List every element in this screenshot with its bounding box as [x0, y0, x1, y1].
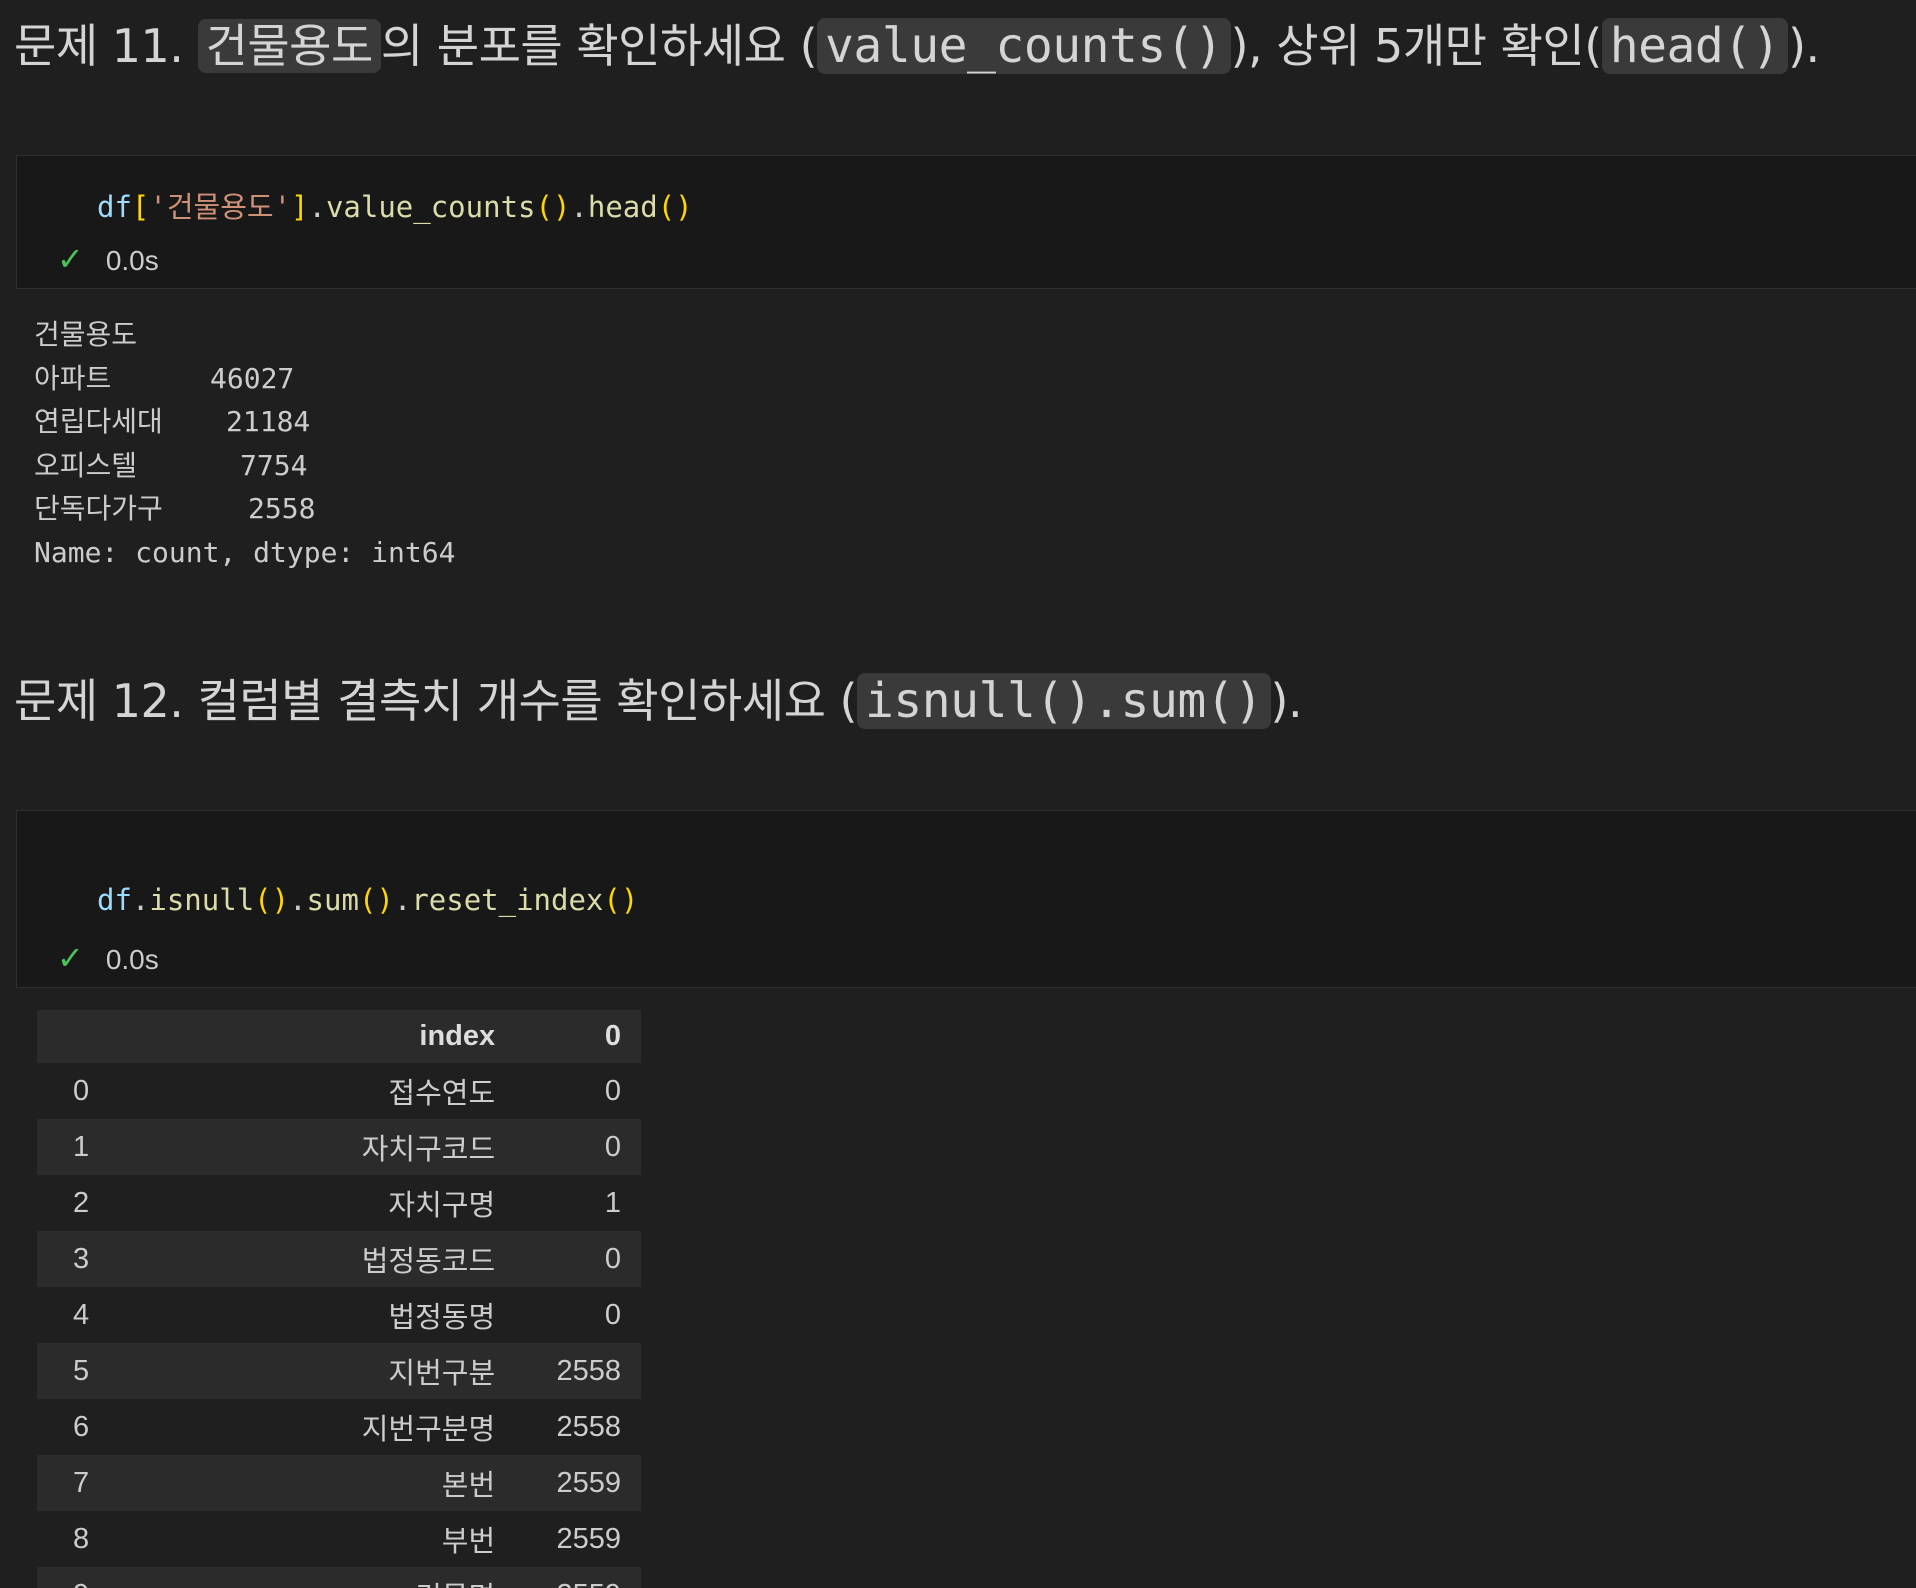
q11-highlight: 건물용도 [197, 19, 381, 73]
q11-middle2: ), 상위 5개만 확인( [1230, 19, 1603, 73]
code-token: () [603, 883, 639, 917]
code-token: isnull [149, 883, 255, 917]
q12-prefix: 문제 12. 컬럼별 결측치 개수를 확인하세요 ( [14, 674, 857, 728]
execution-time: 0.0s [105, 944, 159, 975]
q11-inline-code-value-counts: value_counts() [817, 18, 1231, 74]
table-row: 0 접수연도 0 [73, 1074, 621, 1111]
q12-suffix: ). [1270, 674, 1303, 728]
table-row: 9건물명2559 [37, 1567, 641, 1588]
code-token: . [131, 883, 150, 917]
table-header-column-index: index [158, 1010, 516, 1063]
output-row: 연립다세대 21184 [34, 405, 311, 438]
cell-11-output: 건물용도 아파트 46027 연립다세대 21184 오피스텔 7754 단독다가구 2… [34, 313, 455, 574]
table-row: 2 자치구명 1 [73, 1186, 621, 1223]
execution-status: ✓ 0.0s [57, 939, 159, 977]
q12-inline-code-isnull-sum: isnull().sum() [856, 673, 1271, 729]
code-cell-11[interactable]: df['건물용도'].value_counts().head() ✓ 0.0s [16, 155, 1916, 289]
dataframe-table: index 0 0 접수연도 0 1 자치구코드 0 2 자치구명 1 3 법정동코드 0 4법… [37, 1010, 641, 1588]
output-footer: Name: count, dtype: int64 [34, 535, 456, 569]
code-token: df [97, 883, 132, 917]
code-token: . [570, 190, 588, 224]
code-token: '건물용도' [149, 190, 292, 224]
question-12-heading: 문제 12. 컬럼별 결측치 개수를 확인하세요 (isnull().sum()… [14, 665, 1303, 731]
check-icon: ✓ [57, 940, 84, 976]
code-token: ] [291, 190, 309, 224]
table-row: 6 지번구분명 2558 [73, 1410, 621, 1447]
q11-inline-code-head: head() [1601, 18, 1789, 74]
table-row: 8 부번 2559 [73, 1522, 621, 1559]
output-header: 건물용도 [34, 318, 138, 351]
output-row: 오피스텔 7754 [34, 448, 308, 482]
check-icon: ✓ [57, 241, 84, 277]
table-row: 4 법정동명 0 [73, 1298, 621, 1335]
code-token: . [393, 883, 412, 917]
table-header-column-0: 0 [515, 1010, 641, 1063]
table-header-index-blank [37, 1010, 159, 1063]
q11-prefix: 문제 11. [14, 19, 184, 73]
execution-time: 0.0s [105, 245, 159, 276]
code-token: () [657, 190, 693, 224]
code-editor-line[interactable]: df['건물용도'].value_counts().head() [97, 184, 693, 226]
code-token: df [97, 190, 132, 224]
code-token: reset_index [411, 883, 604, 917]
code-token: . [289, 883, 307, 917]
code-cell-12[interactable]: df.isnull().sum().reset_index() ✓ 0.0s [16, 810, 1916, 988]
code-token: head [587, 190, 658, 224]
table-header-row: index 0 [37, 1010, 641, 1063]
code-token: sum [306, 883, 359, 917]
code-token: () [254, 883, 290, 917]
output-row: 아파트 46027 [34, 361, 295, 395]
q11-suffix: ). [1788, 19, 1820, 73]
code-token: [ [131, 190, 150, 224]
code-token: () [535, 190, 571, 224]
table-row: 5 지번구분 2558 [37, 1343, 641, 1399]
code-token: () [358, 883, 394, 917]
question-11-heading: 문제 11. 건물용도 의 분포를 확인하세요 (value_counts()),… [14, 10, 1820, 76]
code-token: . [308, 190, 326, 224]
code-editor-line[interactable]: df.isnull().sum().reset_index() [97, 883, 638, 917]
execution-status: ✓ 0.0s [57, 240, 159, 278]
table-row: 1 자치구코드 0 [37, 1119, 641, 1175]
output-row: 단독다가구 2558 [34, 492, 316, 525]
table-row: 7 본번 2559 [37, 1455, 641, 1511]
table-row: 3 법정동코드 0 [37, 1231, 641, 1287]
code-token: value_counts [325, 190, 536, 224]
q11-middle: 의 분포를 확인하세요 ( [380, 19, 818, 73]
